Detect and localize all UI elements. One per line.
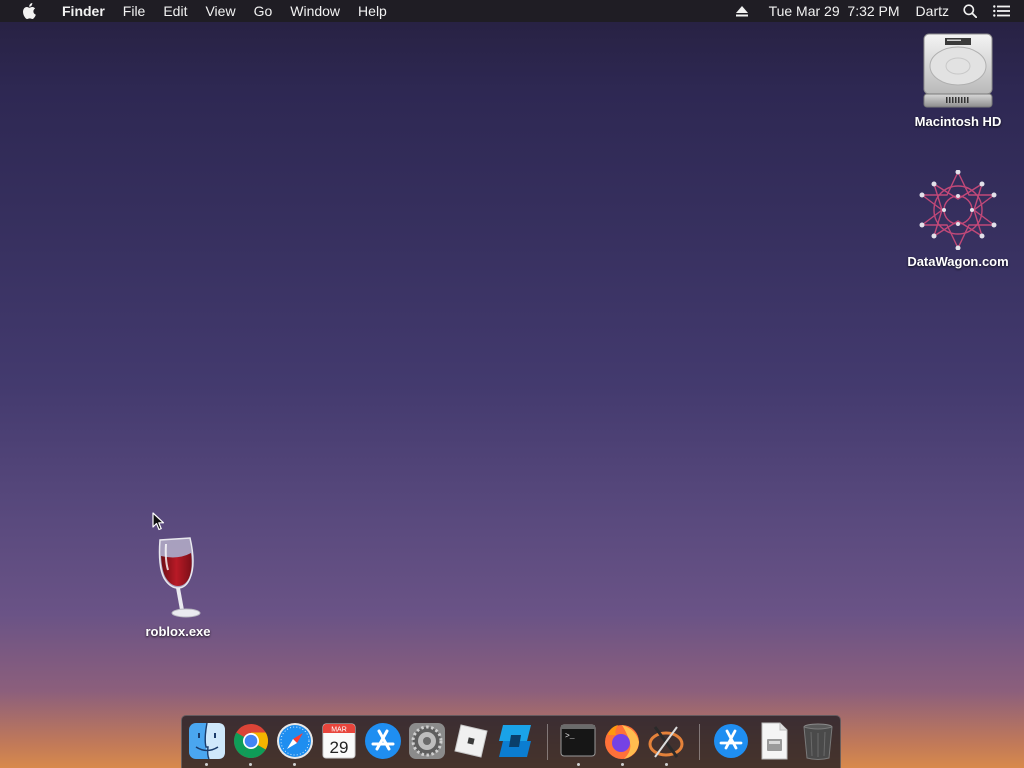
menu-bar-left: Finder File Edit View Go Window Help bbox=[0, 0, 396, 22]
dock-item-system-preferences[interactable] bbox=[407, 721, 447, 761]
apple-menu[interactable] bbox=[17, 0, 41, 22]
dock-item-safari[interactable] bbox=[275, 721, 315, 761]
menu-help[interactable]: Help bbox=[349, 0, 396, 22]
hard-drive-icon bbox=[923, 33, 993, 108]
running-indicator bbox=[249, 763, 252, 766]
dock: MAR 29 >_ bbox=[181, 715, 841, 768]
dock-item-firefox[interactable] bbox=[602, 721, 642, 761]
safari-icon bbox=[277, 723, 313, 759]
firefox-icon bbox=[605, 725, 639, 759]
dock-item-chrome[interactable] bbox=[231, 721, 271, 761]
dock-item-calendar[interactable]: MAR 29 bbox=[319, 721, 359, 761]
finder-icon bbox=[189, 722, 225, 760]
roblox-icon bbox=[454, 724, 488, 758]
running-indicator bbox=[205, 763, 208, 766]
app-store-icon bbox=[365, 723, 401, 759]
dock-item-finder[interactable] bbox=[187, 721, 227, 761]
dock-item-roblox-studio[interactable] bbox=[495, 721, 535, 761]
dock-item-terminal[interactable]: >_ bbox=[558, 721, 598, 761]
xquartz-icon bbox=[648, 726, 684, 758]
desktop-icon-roblox-exe[interactable]: roblox.exe bbox=[128, 536, 228, 639]
menu-bar: Finder File Edit View Go Window Help Tue… bbox=[0, 0, 1024, 22]
running-indicator bbox=[577, 763, 580, 766]
menu-user-name[interactable]: Dartz bbox=[916, 0, 949, 22]
mouse-pointer-icon bbox=[152, 512, 165, 531]
dock-item-roblox[interactable] bbox=[451, 721, 491, 761]
running-indicator bbox=[293, 763, 296, 766]
running-indicator bbox=[621, 763, 624, 766]
desktop-icon-datawagon[interactable]: DataWagon.com bbox=[898, 170, 1018, 269]
wine-glass-icon bbox=[158, 537, 201, 618]
apple-logo-icon bbox=[23, 3, 36, 19]
menu-view[interactable]: View bbox=[196, 0, 244, 22]
terminal-icon: >_ bbox=[560, 724, 596, 757]
dock-item-xquartz[interactable] bbox=[646, 721, 686, 761]
roblox-studio-icon bbox=[499, 725, 531, 757]
dock-item-app-store[interactable] bbox=[363, 721, 403, 761]
notification-center-icon[interactable] bbox=[993, 0, 1010, 22]
menu-clock[interactable]: Tue Mar 29 7:32 PM bbox=[769, 0, 900, 22]
eject-icon[interactable] bbox=[735, 0, 748, 22]
calendar-icon: MAR 29 bbox=[322, 723, 356, 759]
desktop-icon-label: Macintosh HD bbox=[914, 114, 1002, 129]
calendar-day-text: 29 bbox=[330, 738, 349, 757]
system-preferences-icon bbox=[409, 723, 445, 759]
menu-window[interactable]: Window bbox=[281, 0, 349, 22]
documents-stack-icon bbox=[761, 722, 788, 760]
calendar-month-text: MAR bbox=[331, 727, 347, 734]
desktop-icon-label: DataWagon.com bbox=[907, 254, 1009, 269]
running-indicator bbox=[665, 763, 668, 766]
desktop-icon-macintosh-hd[interactable]: Macintosh HD bbox=[903, 30, 1013, 129]
menu-file[interactable]: File bbox=[114, 0, 155, 22]
desktop-icon-label: roblox.exe bbox=[145, 624, 211, 639]
app-menu-finder[interactable]: Finder bbox=[53, 0, 114, 22]
dock-item-trash[interactable] bbox=[798, 721, 838, 761]
chrome-icon bbox=[234, 724, 268, 758]
menu-bar-right: Tue Mar 29 7:32 PM Dartz bbox=[735, 0, 1024, 22]
spotlight-search-icon[interactable] bbox=[963, 0, 977, 22]
terminal-prompt-text: >_ bbox=[565, 732, 575, 741]
dock-separator bbox=[547, 724, 548, 760]
menu-go[interactable]: Go bbox=[245, 0, 282, 22]
menu-edit[interactable]: Edit bbox=[154, 0, 196, 22]
trash-icon bbox=[803, 723, 833, 760]
dock-item-documents-stack[interactable] bbox=[754, 721, 794, 761]
dock-item-downloads-stack[interactable] bbox=[710, 721, 750, 761]
star-network-icon bbox=[919, 170, 997, 250]
app-store-downloads-icon bbox=[714, 724, 748, 758]
dock-separator bbox=[699, 724, 700, 760]
